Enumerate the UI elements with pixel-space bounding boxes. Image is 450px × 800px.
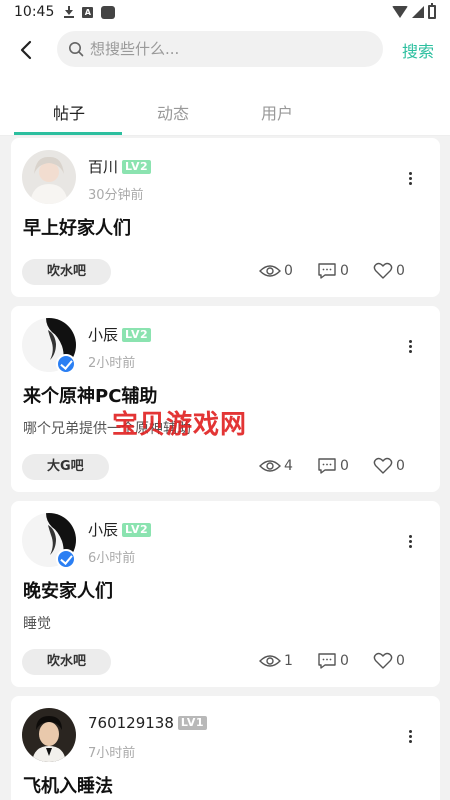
more-options-icon[interactable]	[400, 531, 420, 551]
back-arrow-icon	[20, 40, 32, 60]
heart-icon	[373, 457, 393, 474]
post-card[interactable]: 小辰 LV2 6小时前 晚安家人们 睡觉 吹水吧 1 0 0	[11, 501, 440, 687]
eye-icon	[259, 265, 281, 277]
signal-icon	[412, 6, 424, 18]
views-stat: 1	[259, 653, 293, 669]
search-input[interactable]	[90, 40, 340, 58]
comment-button[interactable]: 0	[317, 262, 349, 280]
download-icon	[64, 6, 75, 18]
username[interactable]: 百川 LV2	[88, 156, 152, 177]
back-button[interactable]	[4, 28, 48, 72]
comment-button[interactable]: 0	[317, 652, 349, 670]
post-card[interactable]: 760129138 LV1 7小时前 飞机入睡法	[11, 696, 440, 800]
status-bar: 10:45 A	[0, 0, 450, 24]
more-options-icon[interactable]	[400, 336, 420, 356]
comment-icon	[318, 458, 336, 474]
search-header: 搜索	[0, 24, 450, 76]
post-feed[interactable]: 百川 LV2 30分钟前 早上好家人们 吹水吧 0 0 0 小辰 LV2 2小时前 …	[0, 138, 450, 800]
tab-activity[interactable]: 动态	[118, 100, 228, 124]
app-notification-icon: A	[82, 6, 94, 18]
post-title[interactable]: 来个原神PC辅助	[23, 382, 157, 408]
app-square-icon	[101, 5, 116, 19]
status-time: 10:45	[14, 4, 55, 20]
like-button[interactable]: 0	[373, 262, 405, 280]
username[interactable]: 小辰 LV2	[88, 519, 152, 540]
views-stat: 0	[259, 263, 293, 279]
wifi-icon	[392, 6, 408, 18]
like-button[interactable]: 0	[373, 457, 405, 475]
avatar[interactable]	[22, 708, 76, 762]
like-button[interactable]: 0	[373, 652, 405, 670]
post-title[interactable]: 晚安家人们	[23, 577, 113, 603]
username[interactable]: 小辰 LV2	[88, 324, 152, 345]
post-time: 30分钟前	[88, 188, 144, 203]
heart-icon	[373, 262, 393, 279]
level-badge: LV2	[122, 328, 152, 342]
views-stat: 4	[259, 458, 293, 474]
post-tag[interactable]: 吹水吧	[22, 259, 112, 285]
more-options-icon[interactable]	[400, 726, 420, 746]
level-badge: LV2	[122, 523, 152, 537]
comment-button[interactable]: 0	[317, 457, 349, 475]
search-icon	[69, 42, 84, 57]
post-tag[interactable]: 大G吧	[22, 454, 109, 480]
eye-icon	[259, 460, 281, 472]
post-time: 7小时前	[88, 746, 136, 761]
level-badge: LV2	[122, 160, 152, 174]
post-title[interactable]: 早上好家人们	[23, 214, 131, 240]
post-body[interactable]: 哪个兄弟提供一个原神辅助	[23, 418, 191, 438]
avatar[interactable]	[22, 150, 76, 204]
comment-icon	[318, 653, 336, 669]
eye-icon	[259, 655, 281, 667]
search-button[interactable]: 搜索	[402, 38, 434, 62]
search-box[interactable]	[57, 31, 383, 67]
active-tab-indicator	[14, 132, 122, 135]
post-tag[interactable]: 吹水吧	[22, 649, 112, 675]
battery-icon	[428, 3, 436, 19]
verified-badge-icon	[56, 354, 76, 374]
tab-bar: 帖子 动态 用户	[0, 76, 450, 136]
username[interactable]: 760129138 LV1	[88, 714, 208, 732]
post-card[interactable]: 小辰 LV2 2小时前 来个原神PC辅助 哪个兄弟提供一个原神辅助 大G吧 4 0…	[11, 306, 440, 492]
verified-badge-icon	[56, 549, 76, 569]
tab-users[interactable]: 用户	[222, 100, 332, 124]
post-time: 2小时前	[88, 356, 136, 371]
post-title[interactable]: 飞机入睡法	[23, 772, 113, 798]
more-options-icon[interactable]	[400, 168, 420, 188]
heart-icon	[373, 652, 393, 669]
post-time: 6小时前	[88, 551, 136, 566]
post-body[interactable]: 睡觉	[23, 613, 51, 633]
post-card[interactable]: 百川 LV2 30分钟前 早上好家人们 吹水吧 0 0 0	[11, 138, 440, 297]
level-badge: LV1	[177, 716, 208, 730]
tab-posts[interactable]: 帖子	[14, 100, 124, 124]
comment-icon	[318, 263, 336, 279]
